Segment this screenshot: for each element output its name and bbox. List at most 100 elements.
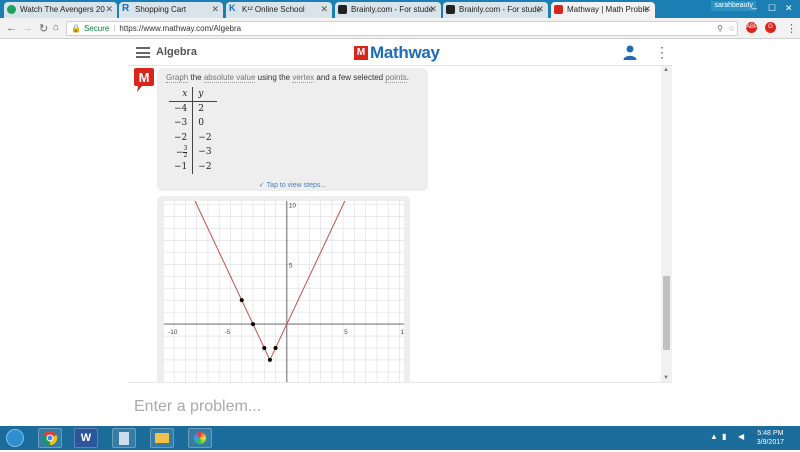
check-circle-icon: ✓ — [259, 182, 265, 189]
cell-x: −1 — [169, 160, 193, 175]
browser-tab-6-active[interactable]: Mathway | Math Proble ✕ — [551, 2, 655, 18]
reload-icon[interactable]: ↻ — [39, 22, 48, 35]
cell-y: 2 — [193, 102, 217, 117]
close-tab-icon[interactable]: ✕ — [536, 4, 544, 15]
graph-bubble: -10-5510105-5 — [157, 196, 410, 382]
cell-x: −3 — [169, 116, 193, 131]
browser-tab-4[interactable]: Brainly.com - For stude ✕ — [335, 2, 441, 18]
user-account-icon[interactable] — [622, 44, 638, 60]
word-icon[interactable]: W — [74, 428, 98, 448]
table-row: −4 2 — [169, 102, 217, 117]
term-graph[interactable]: Graph — [166, 73, 188, 83]
mathway-logo[interactable]: M Mathway — [354, 43, 440, 63]
cell-y: −2 — [193, 131, 217, 146]
browser-tab-5[interactable]: Brainly.com - For stude ✕ — [443, 2, 548, 18]
x-tick-label: 10 — [400, 329, 404, 336]
scroll-down-arrow-icon[interactable]: ▼ — [663, 375, 669, 381]
svg-text:M: M — [139, 70, 150, 85]
data-point — [251, 322, 255, 326]
data-point — [240, 298, 244, 302]
table-row: −32 −3 — [169, 145, 217, 160]
x-tick-label: -10 — [168, 329, 178, 336]
clock-time: 5:48 PM — [757, 429, 784, 438]
mathway-avatar-icon: M — [134, 68, 154, 92]
forward-icon[interactable]: → — [22, 22, 33, 34]
clock-date: 3/9/2017 — [757, 438, 784, 447]
bookmark-star-icon[interactable]: ☆ — [728, 22, 735, 35]
extension-badge-icon[interactable]: ABP — [746, 22, 757, 33]
close-tab-icon[interactable]: ✕ — [211, 4, 219, 15]
table-header-row: x y — [169, 87, 217, 102]
system-clock[interactable]: 5:48 PM 3/9/2017 — [757, 429, 784, 447]
tab-label: Shopping Cart — [135, 5, 186, 14]
browser-tab-2[interactable]: R Shopping Cart ✕ — [119, 2, 223, 18]
app-header: Algebra M Mathway ⋮ — [128, 40, 672, 66]
term-vertex[interactable]: vertex — [292, 73, 314, 83]
mathway-icon — [554, 5, 563, 14]
cell-x: −2 — [169, 131, 193, 146]
notepad-icon[interactable] — [112, 428, 136, 448]
scroll-thumb[interactable] — [663, 276, 670, 350]
logo-text: Mathway — [370, 43, 440, 63]
chrome-icon[interactable] — [38, 428, 62, 448]
tab-label: K¹² Online School — [242, 5, 305, 14]
table-row: −2 −2 — [169, 131, 217, 146]
x-tick-label: -5 — [224, 329, 230, 336]
close-tab-icon[interactable]: ✕ — [429, 4, 437, 15]
y-tick-label: 10 — [289, 203, 297, 210]
network-icon[interactable]: ▮ — [722, 432, 726, 441]
tab-label: Brainly.com - For stude — [351, 5, 433, 14]
hamburger-menu-icon[interactable] — [136, 47, 150, 58]
view-steps-link[interactable]: ✓Tap to view steps... — [157, 181, 428, 189]
browser-tab-3[interactable]: K K¹² Online School ✕ — [226, 2, 332, 18]
fraction: 32 — [183, 146, 187, 159]
file-explorer-icon[interactable] — [150, 428, 174, 448]
cell-x-fraction: −32 — [169, 145, 193, 160]
x-tick-label: 5 — [344, 329, 348, 336]
volume-icon[interactable]: ◀ — [738, 432, 744, 441]
play-icon — [7, 5, 16, 14]
data-point — [268, 358, 272, 362]
logo-mark: M — [354, 46, 368, 60]
tray-expand-icon[interactable]: ▲ — [710, 432, 718, 441]
value-table: x y −4 2 −3 0 −2 −2 − — [169, 87, 217, 174]
scroll-up-arrow-icon[interactable]: ▲ — [663, 67, 669, 73]
y-tick-label: 5 — [289, 262, 293, 269]
back-icon[interactable]: ← — [6, 22, 17, 34]
browser-tab-1[interactable]: Watch The Avengers 20 ✕ — [4, 2, 117, 18]
close-tab-icon[interactable]: ✕ — [320, 4, 328, 15]
paint-icon[interactable] — [188, 428, 212, 448]
windows-taskbar: W ▲ ▮ ◀ 5:48 PM 3/9/2017 — [0, 426, 800, 450]
chat-area: M Graph the absolute value using the ver… — [128, 66, 672, 382]
data-point — [274, 346, 278, 350]
search-icon[interactable]: ⚲ — [717, 22, 723, 35]
question-text: Graph the absolute value using the verte… — [166, 73, 409, 82]
extension-g-icon[interactable]: G — [765, 22, 776, 33]
term-points[interactable]: points — [385, 73, 406, 83]
term-absolute-value[interactable]: absolute value — [204, 73, 256, 83]
start-button-icon[interactable] — [6, 429, 24, 447]
close-window-icon[interactable]: ✕ — [785, 3, 793, 14]
chat-scrollbar[interactable]: ▲ ▼ — [661, 66, 672, 382]
brainly-icon — [338, 5, 347, 14]
k12-icon: K — [229, 3, 238, 12]
url-field[interactable]: 🔒Secure|https://www.mathway.com/Algebra … — [66, 21, 738, 36]
lock-icon: 🔒 — [71, 24, 81, 33]
minimize-icon[interactable]: – — [752, 3, 757, 13]
table-row: −3 0 — [169, 116, 217, 131]
maximize-icon[interactable]: ☐ — [768, 3, 776, 14]
problem-input-bar — [128, 382, 672, 426]
menu-kebab-icon[interactable]: ⋮ — [786, 22, 797, 35]
home-icon[interactable]: ⌂ — [53, 22, 59, 33]
function-graph[interactable]: -10-5510105-5 — [164, 201, 404, 382]
brainly-icon — [446, 5, 455, 14]
secure-label: Secure — [84, 24, 109, 33]
section-title: Algebra — [156, 46, 197, 58]
options-kebab-icon[interactable]: ⋮ — [655, 44, 669, 60]
cell-x: −4 — [169, 102, 193, 117]
header-y: y — [193, 87, 217, 102]
problem-input[interactable] — [134, 397, 654, 417]
close-tab-icon[interactable]: ✕ — [105, 4, 113, 15]
tab-label: Brainly.com - For stude — [459, 5, 541, 14]
close-tab-icon[interactable]: ✕ — [643, 4, 651, 15]
